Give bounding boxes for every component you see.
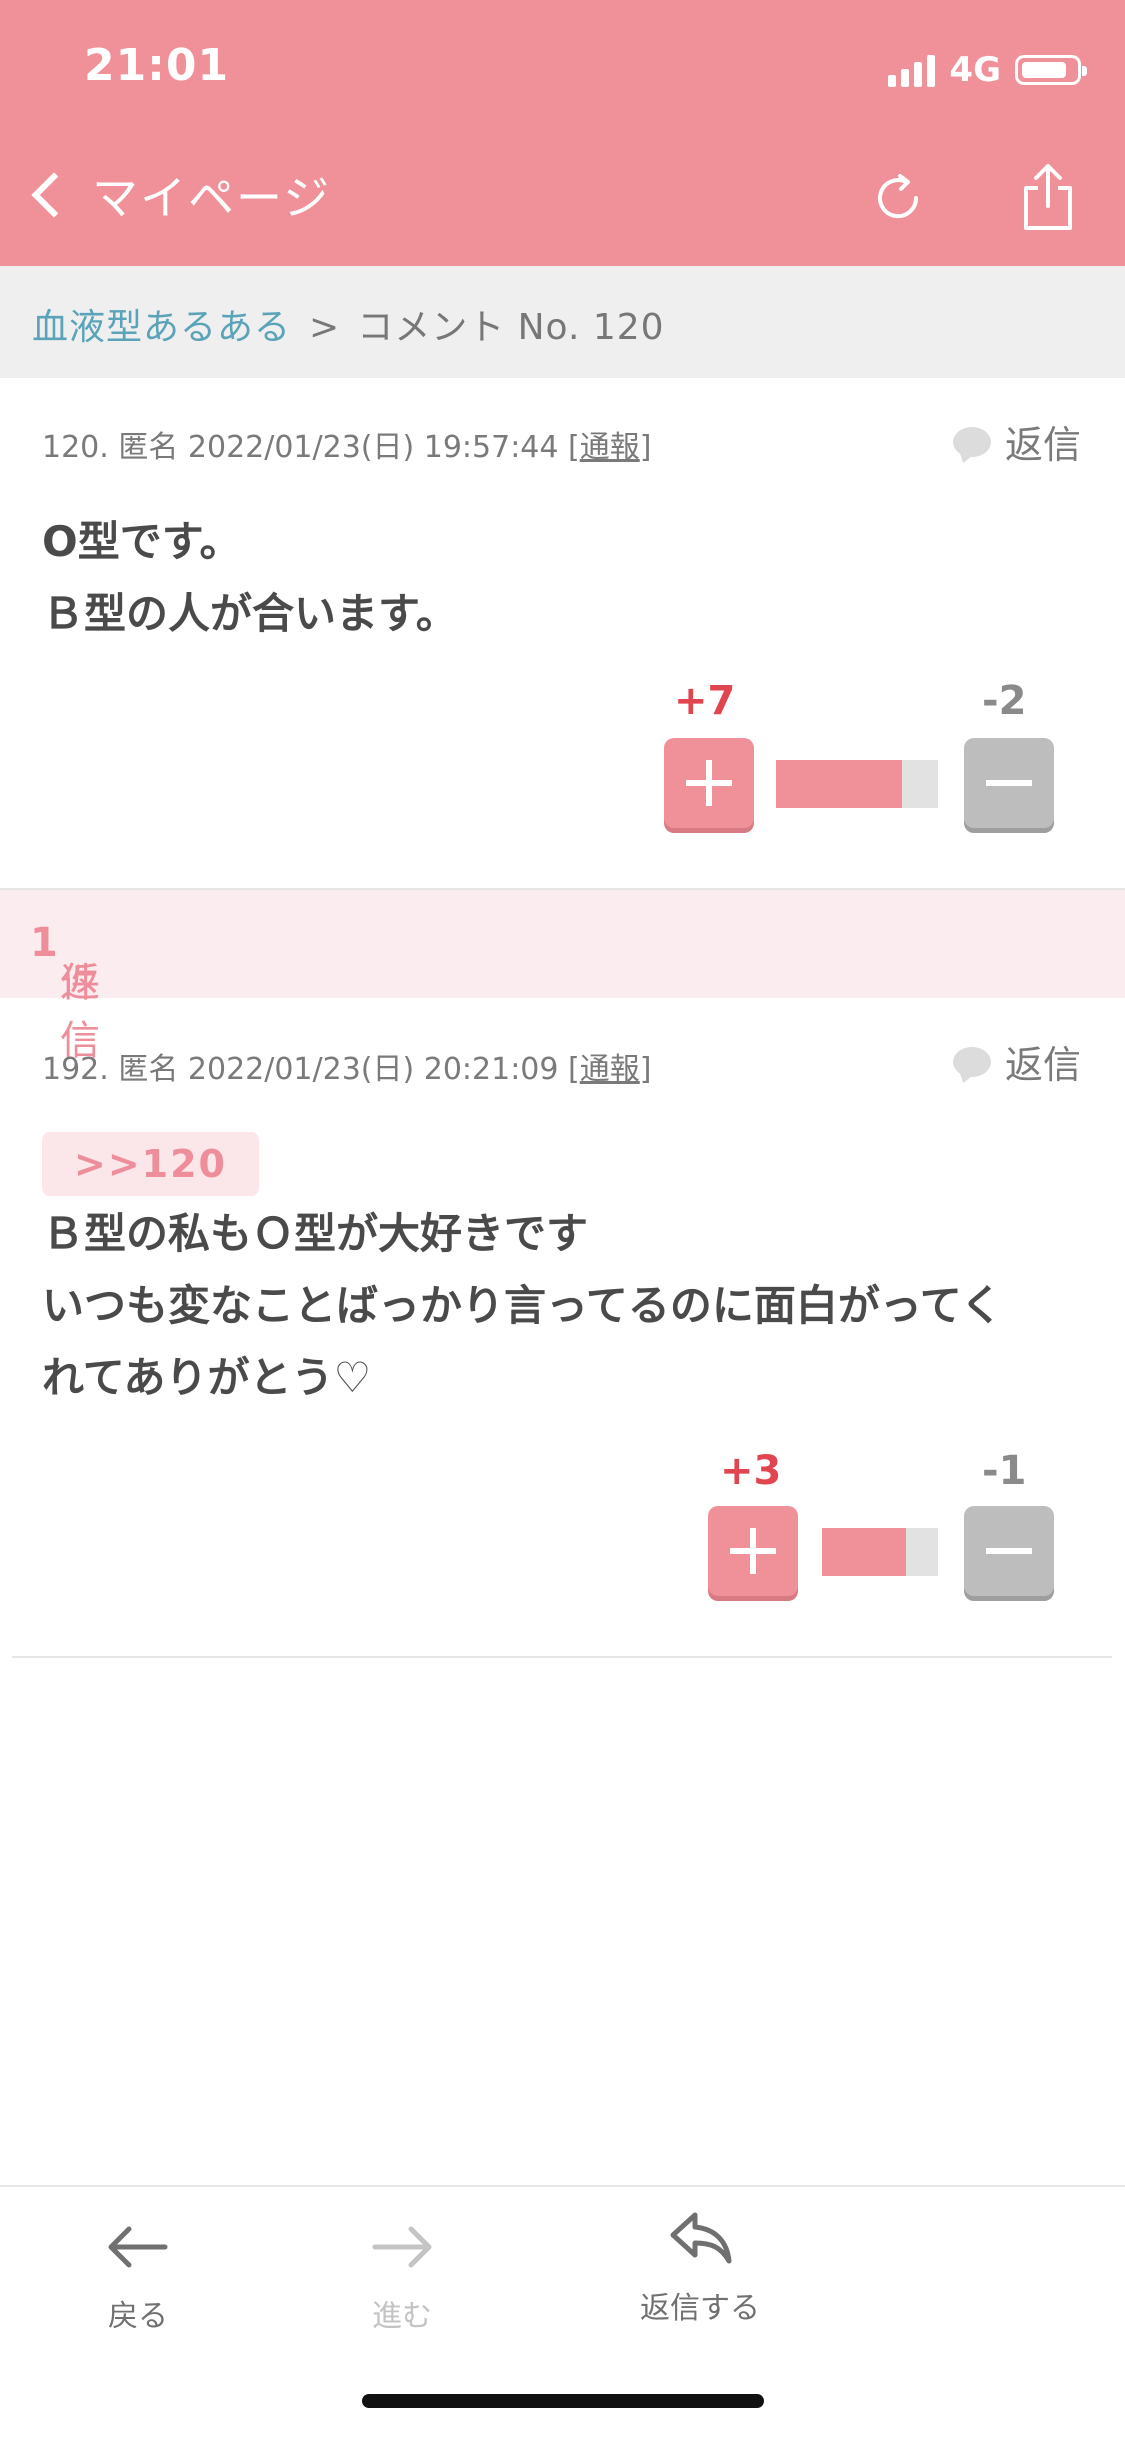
reply-compose-button[interactable]: 返信する <box>600 2207 800 2327</box>
minus-count: -2 <box>982 678 1027 724</box>
vote-ratio-fill <box>822 1528 906 1576</box>
comment-meta: 120. 匿名 2022/01/23(日) 19:57:44 [通報] <box>42 422 651 466</box>
minus-count: -1 <box>982 1448 1027 1494</box>
vote-ratio-bar <box>776 760 938 808</box>
vote-ratio-fill <box>776 760 903 808</box>
replies-count: 1 <box>30 920 60 966</box>
forward-button[interactable]: 進む <box>302 2217 502 2335</box>
back-label: マイページ <box>92 171 332 225</box>
plus-count: +3 <box>720 1448 782 1494</box>
comment-number: 120. <box>42 430 109 465</box>
comment-body: O型です。 Ｂ型の人が合います。 <box>42 506 1085 650</box>
app-header: 21:01 4G マイページ <box>0 0 1125 266</box>
comment-author: 匿名 <box>118 1052 179 1087</box>
comment-line: いつも変なことばっかり言ってるのに面白がってく <box>42 1281 1003 1330</box>
speech-bubble-icon <box>952 1046 991 1077</box>
report-link[interactable]: 通報 <box>580 1052 640 1087</box>
report-bracket-close: ] <box>639 430 652 465</box>
forward-label: 進む <box>372 2299 432 2334</box>
report-bracket-open: [ <box>568 430 580 465</box>
status-indicators: 4G <box>888 50 1087 90</box>
comment-line: Ｂ型の人が合います。 <box>42 589 458 638</box>
reply-button[interactable]: 返信 <box>952 414 1081 469</box>
signal-icon <box>888 53 936 87</box>
plus-count: +7 <box>674 678 736 724</box>
reply-arrow-icon <box>670 2212 732 2264</box>
plus-vote-button[interactable] <box>708 1506 798 1596</box>
minus-vote-button[interactable] <box>964 738 1054 828</box>
reply-compose-label: 返信する <box>640 2291 760 2326</box>
reply-anchor-link[interactable]: >>120 <box>42 1132 260 1196</box>
comment-number: 192. <box>42 1052 109 1087</box>
comment-line: れてありがとう♡ <box>42 1353 372 1402</box>
breadcrumb: 血液型あるある > コメント No. 120 <box>0 266 1125 378</box>
back-to-mypage-button[interactable]: マイページ <box>24 162 331 228</box>
comment-meta: 192. 匿名 2022/01/23(日) 20:21:09 [通報] <box>42 1044 651 1088</box>
breadcrumb-current: コメント No. 120 <box>357 307 665 348</box>
comment-192: 192. 匿名 2022/01/23(日) 20:21:09 [通報] 返信 >… <box>0 998 1125 1658</box>
arrow-left-icon <box>108 2226 168 2268</box>
speech-bubble-icon <box>952 426 991 457</box>
plus-vote-button[interactable] <box>664 738 754 828</box>
network-type: 4G <box>949 50 1001 90</box>
comment-line: Ｂ型の私もＯ型が大好きです <box>42 1209 589 1258</box>
vote-ratio-bar <box>822 1528 938 1576</box>
arrow-right-icon <box>372 2226 432 2268</box>
status-time: 21:01 <box>84 40 230 91</box>
report-link[interactable]: 通報 <box>580 430 640 465</box>
divider <box>12 1656 1112 1658</box>
reply-label: 返信 <box>1004 423 1081 467</box>
chevron-left-icon <box>31 172 77 218</box>
home-indicator[interactable] <box>362 2394 764 2408</box>
minus-vote-button[interactable] <box>964 1506 1054 1596</box>
back-button[interactable]: 戻る <box>38 2217 238 2335</box>
comment-datetime: 2022/01/23(日) 19:57:44 <box>187 430 559 465</box>
back-label: 戻る <box>108 2299 168 2334</box>
comment-body: Ｂ型の私もＯ型が大好きです いつも変なことばっかり言ってるのに面白がってく れて… <box>42 1198 1085 1414</box>
comment-line: O型です。 <box>42 517 242 566</box>
reply-button[interactable]: 返信 <box>952 1034 1081 1089</box>
comment-datetime: 2022/01/23(日) 20:21:09 <box>187 1052 559 1087</box>
comment-author: 匿名 <box>118 430 179 465</box>
report-bracket-open: [ <box>568 1052 580 1087</box>
share-icon[interactable] <box>1018 162 1078 232</box>
anchor-wrap: >>120 <box>42 1132 260 1196</box>
replies-header: 返信 1 件 <box>0 890 1125 1064</box>
breadcrumb-topic-link[interactable]: 血液型あるある <box>32 307 291 348</box>
breadcrumb-separator: > <box>309 307 340 348</box>
battery-icon <box>1015 55 1087 85</box>
reload-icon[interactable] <box>868 168 928 228</box>
comment-120: 120. 匿名 2022/01/23(日) 19:57:44 [通報] 返信 O… <box>0 378 1125 888</box>
report-bracket-close: ] <box>639 1052 652 1087</box>
reply-label: 返信 <box>1004 1043 1081 1087</box>
